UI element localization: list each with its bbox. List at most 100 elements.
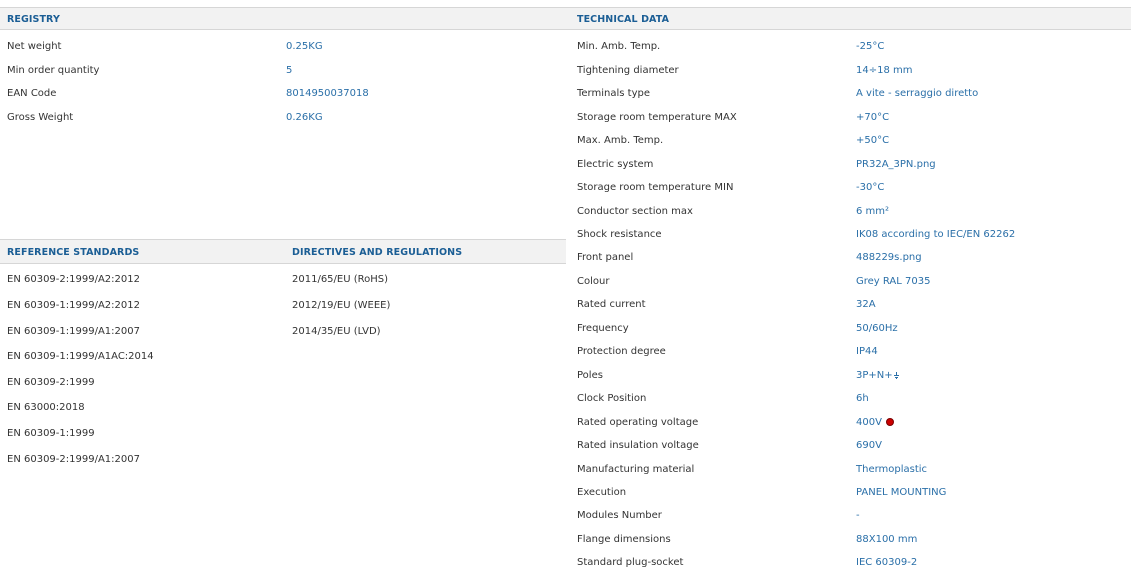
technical-label: Storage room temperature MAX [577,112,737,123]
registry-row: Gross Weight 0.26KG [7,110,547,126]
earth-ground-icon [893,372,899,379]
poles-value: 3P+N+ [856,368,899,384]
technical-value: 690V [856,440,882,451]
technical-row: Front panel 488229s.png [577,250,1117,266]
technical-value: PANEL MOUNTING [856,487,947,498]
registry-row: Min order quantity 5 [7,63,547,79]
voltage-value: 400V [856,415,894,431]
technical-value: 400V [856,417,882,428]
technical-label: Conductor section max [577,206,693,217]
directives-title: DIRECTIVES AND REGULATIONS [292,247,463,258]
technical-value: 32A [856,299,876,310]
registry-value: 0.25KG [286,41,323,52]
technical-value: A vite - serraggio diretto [856,88,979,99]
list-item: 2011/65/EU (RoHS) [292,274,389,285]
technical-row: Colour Grey RAL 7035 [577,274,1117,290]
technical-label: Storage room temperature MIN [577,182,734,193]
registry-label: Net weight [7,41,62,52]
registry-title: REGISTRY [7,14,60,25]
technical-row: Max. Amb. Temp. +50°C [577,133,1117,149]
reference-standards-title: REFERENCE STANDARDS [7,247,140,258]
technical-row: Min. Amb. Temp. -25°C [577,39,1117,55]
technical-data-title: TECHNICAL DATA [577,14,670,25]
standards-header: REFERENCE STANDARDS DIRECTIVES AND REGUL… [0,239,566,264]
technical-label: Modules Number [577,510,662,521]
technical-value: IEC 60309-2 [856,557,918,568]
registry-header: REGISTRY [0,7,566,30]
technical-row: Modules Number - [577,508,1117,524]
technical-value: +50°C [856,135,890,146]
technical-value: -30°C [856,182,885,193]
registry-label: Min order quantity [7,65,100,76]
technical-label: Flange dimensions [577,534,671,545]
list-item: EN 60309-2:1999/A1:2007 [7,454,140,465]
list-item: EN 60309-1:1999/A2:2012 [7,300,140,311]
technical-value: 6h [856,393,869,404]
technical-row: Shock resistance IK08 according to IEC/E… [577,227,1117,243]
technical-value: Thermoplastic [856,464,928,475]
list-item: EN 60309-1:1999/A1AC:2014 [7,351,154,362]
list-item: EN 63000:2018 [7,402,85,413]
technical-row: Execution PANEL MOUNTING [577,485,1117,501]
list-item: EN 60309-1:1999 [7,428,95,439]
technical-label: Execution [577,487,627,498]
list-item: 2012/19/EU (WEEE) [292,300,391,311]
technical-label: Protection degree [577,346,666,357]
registry-label: EAN Code [7,88,57,99]
registry-row: Net weight 0.25KG [7,39,547,55]
technical-label: Rated operating voltage [577,417,699,428]
technical-row: Rated current 32A [577,297,1117,313]
technical-row: Tightening diameter 14÷18 mm [577,63,1117,79]
technical-label: Electric system [577,159,654,170]
technical-row: Protection degree IP44 [577,344,1117,360]
technical-label: Rated current [577,299,646,310]
technical-row: Electric system PR32A_3PN.png [577,157,1117,173]
technical-label: Tightening diameter [577,65,679,76]
technical-label: Colour [577,276,610,287]
technical-value: 488229s.png [856,252,922,263]
technical-data-header: TECHNICAL DATA [566,7,1131,30]
technical-value: Grey RAL 7035 [856,276,931,287]
technical-value: 50/60Hz [856,323,898,334]
technical-value: IK08 according to IEC/EN 62262 [856,229,1016,240]
technical-value: 14÷18 mm [856,65,913,76]
technical-value: -25°C [856,41,885,52]
list-item: 2014/35/EU (LVD) [292,326,381,337]
technical-value: 6 mm² [856,206,890,217]
technical-label: Min. Amb. Temp. [577,41,661,52]
product-spec-page: REGISTRY TECHNICAL DATA Net weight 0.25K… [0,0,1131,580]
technical-label: Standard plug-socket [577,557,684,568]
registry-value: 5 [286,65,293,76]
list-item: EN 60309-1:1999/A1:2007 [7,326,140,337]
technical-value: IP44 [856,346,878,357]
technical-label: Max. Amb. Temp. [577,135,664,146]
technical-row: Standard plug-socket IEC 60309-2 [577,555,1117,571]
technical-row: Conductor section max 6 mm² [577,204,1117,220]
list-item: EN 60309-2:1999 [7,377,95,388]
list-item: EN 60309-2:1999/A2:2012 [7,274,140,285]
technical-label: Clock Position [577,393,647,404]
technical-row: Frequency 50/60Hz [577,321,1117,337]
registry-row: EAN Code 8014950037018 [7,86,547,102]
technical-label: Poles [577,370,603,381]
technical-row: Clock Position 6h [577,391,1117,407]
technical-row: Manufacturing material Thermoplastic [577,462,1117,478]
technical-label: Rated insulation voltage [577,440,699,451]
technical-value: PR32A_3PN.png [856,159,936,170]
technical-label: Frequency [577,323,629,334]
technical-value: - [856,510,860,521]
technical-row: Terminals type A vite - serraggio dirett… [577,86,1117,102]
technical-value: 88X100 mm [856,534,918,545]
technical-label: Shock resistance [577,229,662,240]
red-dot-icon [885,418,894,426]
technical-label: Terminals type [577,88,650,99]
technical-label: Manufacturing material [577,464,695,475]
technical-label: Front panel [577,252,634,263]
technical-row: Poles 3P+N+ [577,368,1117,384]
technical-row: Rated operating voltage 400V [577,415,1117,431]
technical-value: 3P+N+ [856,370,893,381]
registry-value: 8014950037018 [286,88,369,99]
technical-row: Storage room temperature MIN -30°C [577,180,1117,196]
technical-value: +70°C [856,112,890,123]
technical-row: Rated insulation voltage 690V [577,438,1117,454]
